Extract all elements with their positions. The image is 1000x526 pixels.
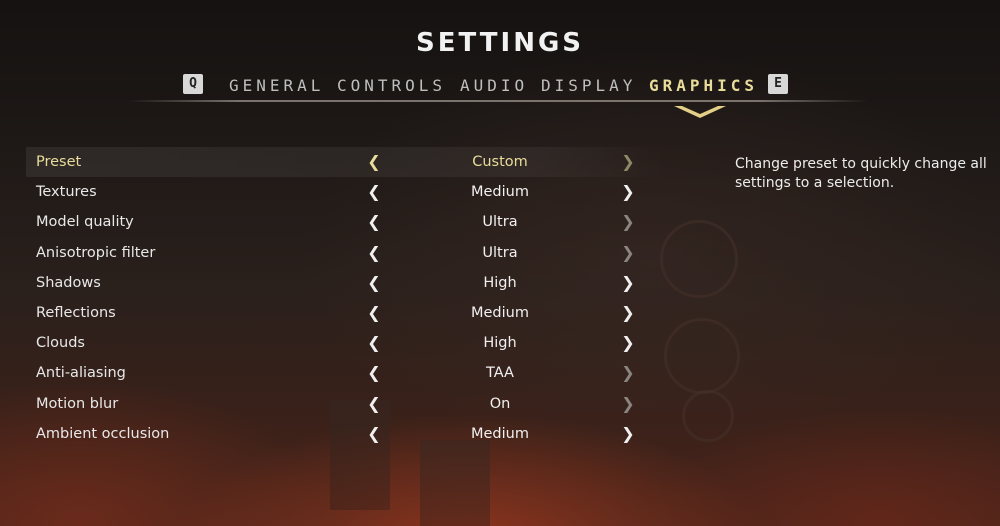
tab-graphics[interactable]: GRAPHICS: [649, 76, 758, 95]
chevron-left-icon[interactable]: ❮: [366, 389, 382, 419]
chevron-right-icon[interactable]: ❯: [620, 238, 636, 268]
setting-row-anti-aliasing[interactable]: Anti-aliasing ❮ TAA ❯: [26, 358, 666, 388]
setting-label: Model quality: [36, 214, 134, 231]
background-wheel-decoration: [682, 390, 734, 442]
setting-value: TAA: [486, 365, 514, 382]
setting-label: Anisotropic filter: [36, 244, 156, 261]
tab-underline: [128, 100, 868, 102]
chevron-left-icon[interactable]: ❮: [366, 298, 382, 328]
tab-display[interactable]: DISPLAY: [541, 76, 636, 95]
setting-description: Change preset to quickly change all sett…: [735, 156, 987, 191]
chevron-left-icon[interactable]: ❮: [366, 328, 382, 358]
background-banner-decoration: [420, 440, 490, 526]
setting-value: Medium: [471, 304, 529, 321]
setting-row-shadows[interactable]: Shadows ❮ High ❯: [26, 268, 666, 298]
setting-row-textures[interactable]: Textures ❮ Medium ❯: [26, 177, 666, 207]
settings-list: Preset ❮ Custom ❯ Textures ❮ Medium ❯ Mo…: [26, 147, 686, 449]
setting-value: High: [483, 274, 517, 291]
chevron-left-icon[interactable]: ❮: [366, 419, 382, 449]
setting-value: Medium: [471, 184, 529, 201]
chevron-right-icon[interactable]: ❯: [620, 298, 636, 328]
chevron-left-icon[interactable]: ❮: [366, 238, 382, 268]
setting-value: Ultra: [482, 244, 518, 261]
chevron-right-icon[interactable]: ❯: [620, 207, 636, 237]
setting-value: Ultra: [482, 214, 518, 231]
setting-value: High: [483, 335, 517, 352]
setting-row-preset[interactable]: Preset ❮ Custom ❯: [26, 147, 666, 178]
chevron-left-icon[interactable]: ❮: [366, 358, 382, 388]
chevron-left-icon[interactable]: ❮: [366, 268, 382, 298]
tab-bar: Q GENERAL CONTROLS AUDIO DISPLAY GRAPHIC…: [0, 74, 1000, 100]
prev-tab-key[interactable]: Q: [183, 74, 203, 94]
chevron-right-icon[interactable]: ❯: [620, 419, 636, 449]
chevron-right-icon[interactable]: ❯: [620, 147, 636, 177]
chevron-right-icon[interactable]: ❯: [620, 268, 636, 298]
chevron-down-icon: [674, 106, 726, 118]
chevron-left-icon[interactable]: ❮: [366, 207, 382, 237]
chevron-right-icon[interactable]: ❯: [620, 358, 636, 388]
setting-row-clouds[interactable]: Clouds ❮ High ❯: [26, 328, 666, 358]
setting-value: On: [489, 395, 511, 412]
chevron-right-icon[interactable]: ❯: [620, 177, 636, 207]
setting-label: Ambient occlusion: [36, 425, 170, 442]
setting-label: Textures: [36, 184, 97, 201]
setting-label: Reflections: [36, 304, 116, 321]
chevron-left-icon[interactable]: ❮: [366, 177, 382, 207]
setting-row-ambient-occlusion[interactable]: Ambient occlusion ❮ Medium ❯: [26, 419, 666, 449]
setting-row-model-quality[interactable]: Model quality ❮ Ultra ❯: [26, 207, 666, 237]
setting-row-reflections[interactable]: Reflections ❮ Medium ❯: [26, 298, 666, 328]
chevron-right-icon[interactable]: ❯: [620, 389, 636, 419]
setting-label: Motion blur: [36, 395, 119, 412]
setting-label: Clouds: [36, 335, 85, 352]
chevron-left-icon[interactable]: ❮: [366, 147, 382, 177]
tab-audio[interactable]: AUDIO: [460, 76, 528, 95]
setting-label: Preset: [36, 154, 82, 170]
next-tab-key[interactable]: E: [768, 74, 788, 94]
setting-value: Custom: [472, 154, 528, 170]
setting-row-anisotropic-filter[interactable]: Anisotropic filter ❮ Ultra ❯: [26, 238, 666, 268]
setting-row-motion-blur[interactable]: Motion blur ❮ On ❯: [26, 389, 666, 419]
tab-general[interactable]: GENERAL: [229, 76, 324, 95]
chevron-right-icon[interactable]: ❯: [620, 328, 636, 358]
tab-controls[interactable]: CONTROLS: [337, 76, 446, 95]
setting-value: Medium: [471, 425, 529, 442]
page-title: SETTINGS: [415, 28, 585, 58]
setting-label: Anti-aliasing: [36, 365, 126, 382]
setting-label: Shadows: [36, 274, 101, 291]
